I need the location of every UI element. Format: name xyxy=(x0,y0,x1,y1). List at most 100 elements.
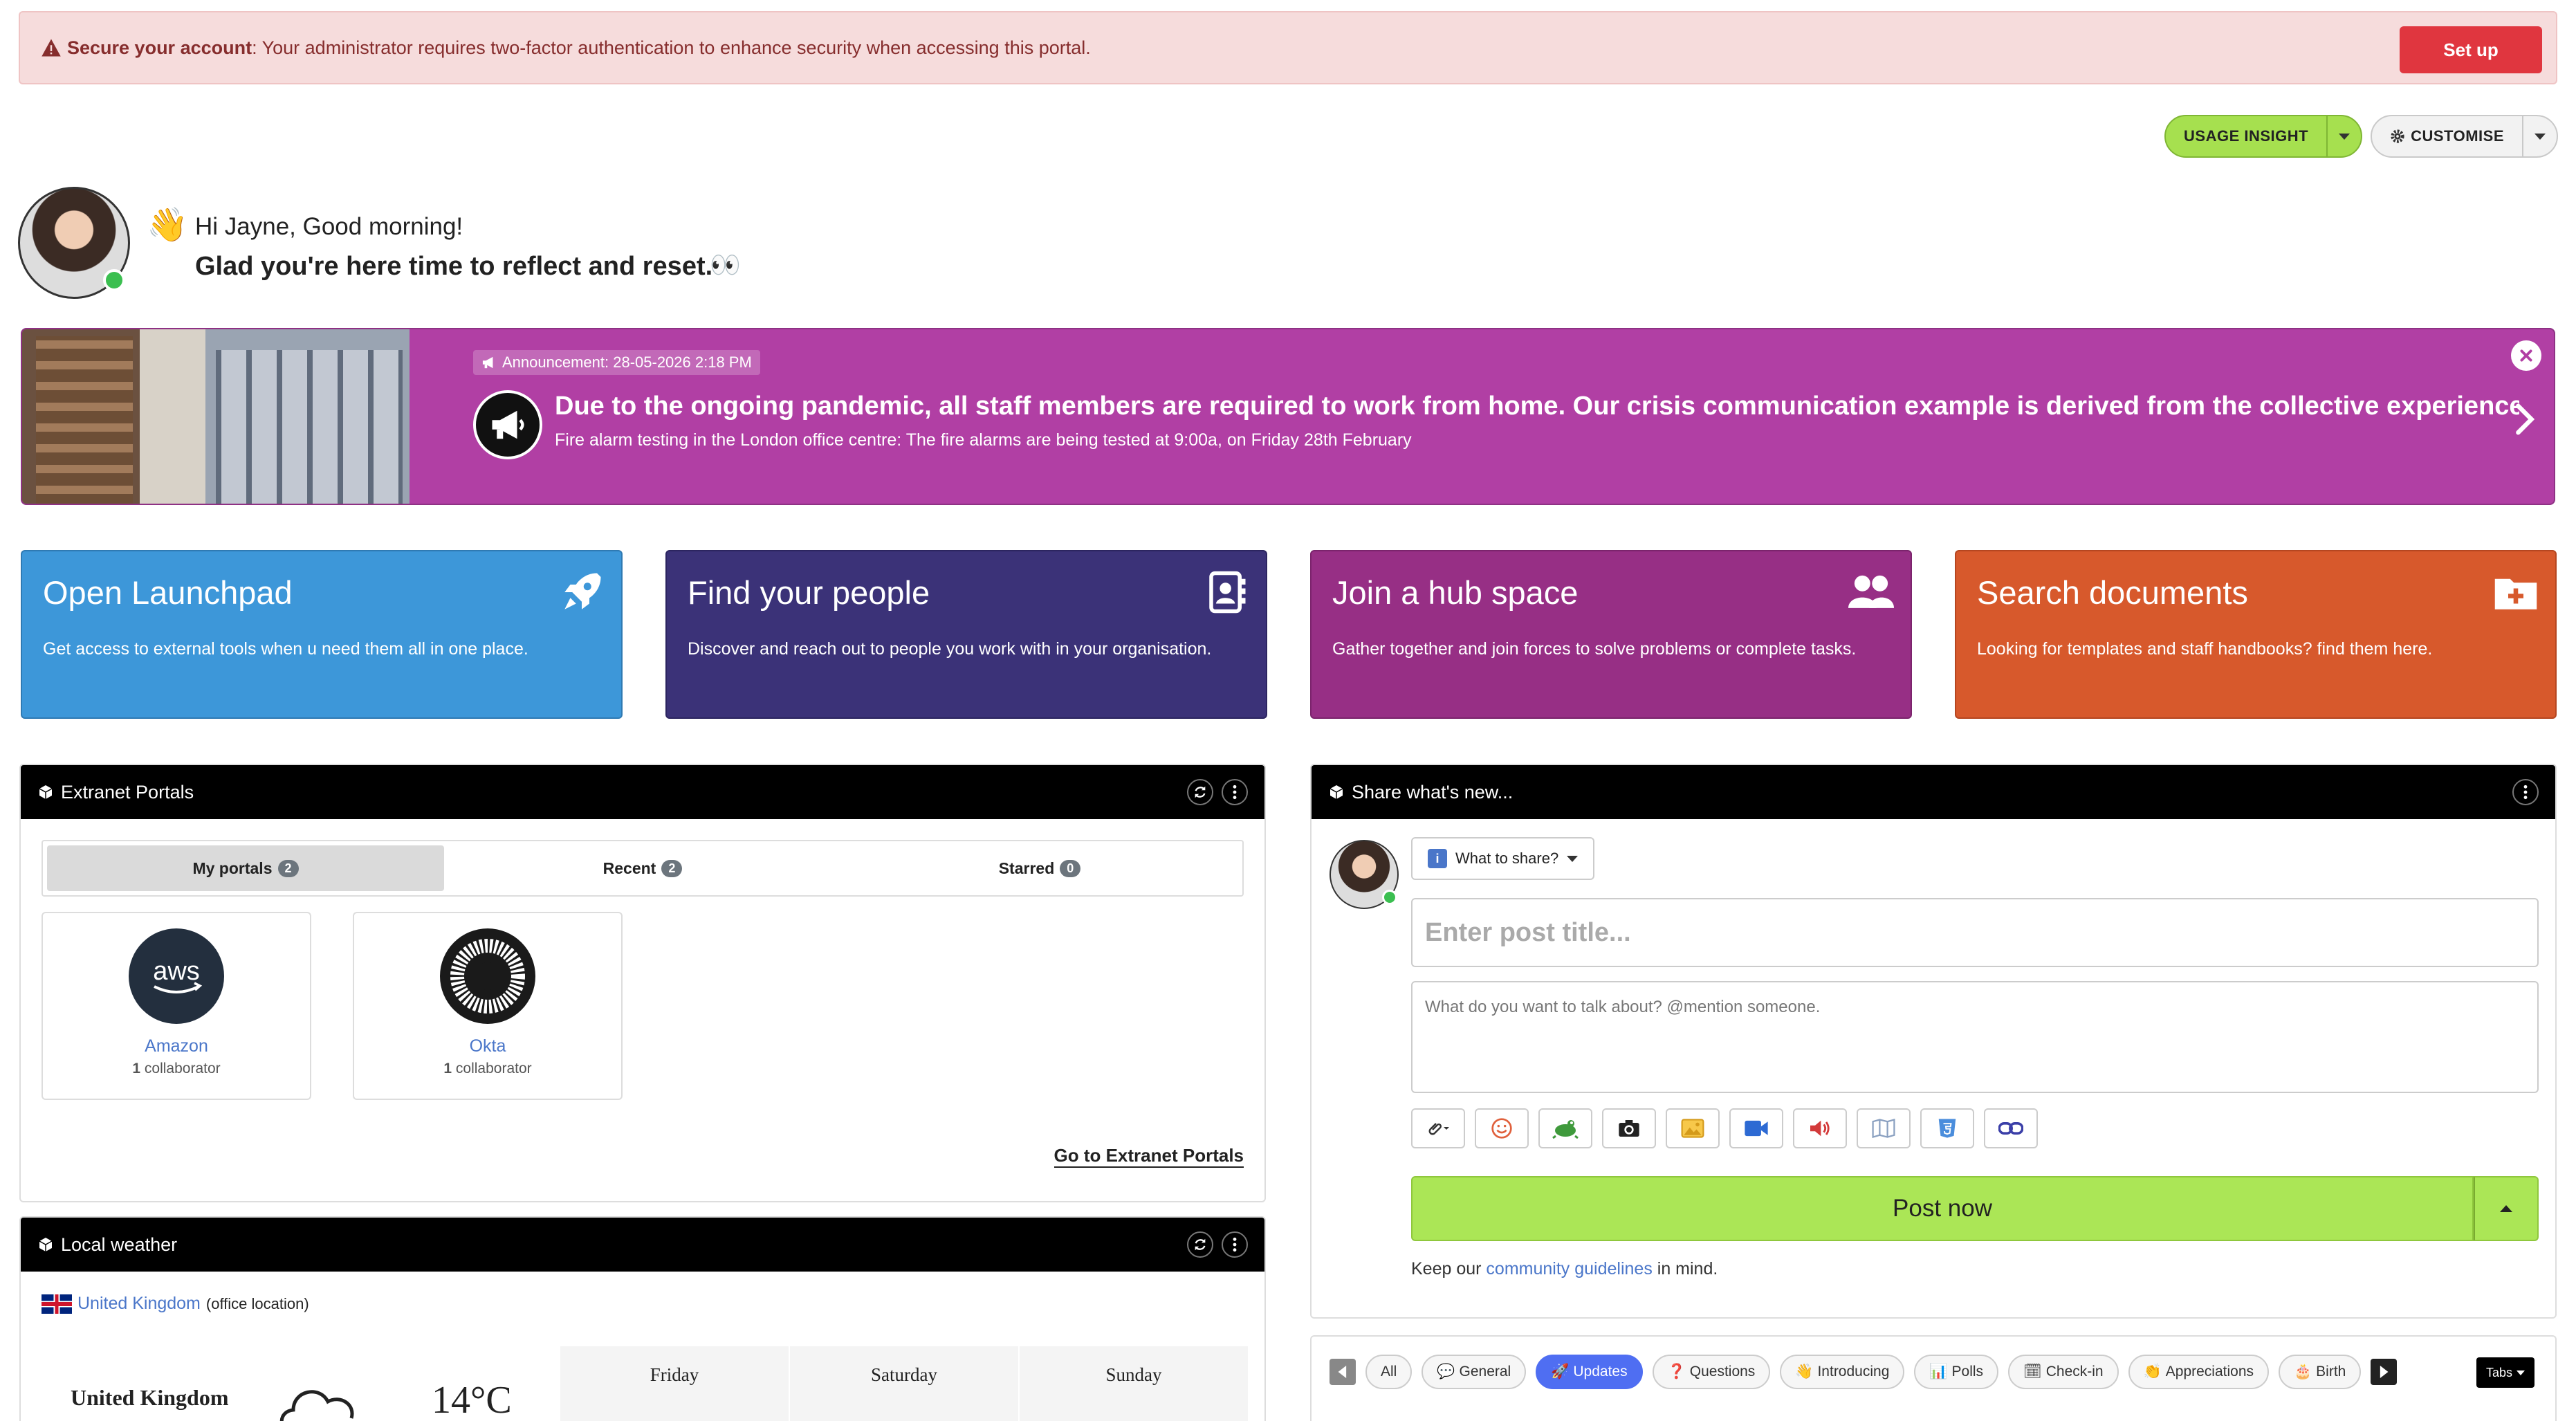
warning-icon xyxy=(42,39,61,57)
tabs-label: Tabs xyxy=(2485,1365,2512,1379)
collaborator-count: 1 xyxy=(443,1061,452,1076)
what-to-share-dropdown[interactable]: i What to share? xyxy=(1411,837,1595,880)
customise-dropdown[interactable] xyxy=(2522,116,2557,156)
portal-card-okta[interactable]: Okta 1 collaborator xyxy=(353,912,623,1100)
customise-button[interactable]: CUSTOMISE xyxy=(2372,116,2522,156)
rocket-icon xyxy=(564,573,601,609)
weather-temperature: 14°C xyxy=(432,1379,512,1421)
attach-button[interactable] xyxy=(1411,1108,1465,1148)
forecast-day-label: Saturday xyxy=(871,1364,937,1385)
post-body-input[interactable] xyxy=(1411,981,2539,1093)
tab-recent[interactable]: Recent 2 xyxy=(444,845,841,891)
close-icon[interactable] xyxy=(2511,340,2541,371)
portal-name[interactable]: Amazon xyxy=(43,1036,310,1056)
setup-button[interactable]: Set up xyxy=(2400,26,2542,73)
emoji-button[interactable] xyxy=(1475,1108,1529,1148)
tile-join-hub-space[interactable]: Join a hub space Gather together and joi… xyxy=(1310,550,1912,719)
tabs-dropdown[interactable]: Tabs xyxy=(2476,1357,2534,1388)
audio-button[interactable] xyxy=(1793,1108,1847,1148)
tile-description: Gather together and join forces to solve… xyxy=(1332,639,1857,659)
tile-open-launchpad[interactable]: Open Launchpad Get access to external to… xyxy=(21,550,623,719)
video-button[interactable] xyxy=(1729,1108,1783,1148)
count-badge: 2 xyxy=(661,859,683,877)
folder-plus-icon xyxy=(2494,578,2537,609)
map-icon xyxy=(1872,1119,1895,1138)
calendar-icon: 🗓 xyxy=(2023,1364,2042,1379)
cube-icon xyxy=(39,785,53,799)
info-icon: i xyxy=(1428,849,1447,868)
tile-description: Looking for templates and staff handbook… xyxy=(1977,639,2433,659)
filter-chip-introducing[interactable]: 👋 Introducing xyxy=(1780,1355,1905,1389)
panel-header: Local weather xyxy=(21,1218,1264,1272)
portal-collaborators: 1 collaborator xyxy=(43,1061,310,1077)
local-weather-panel: Local weather United Kingdom (office loc… xyxy=(19,1216,1266,1421)
filter-chip-general[interactable]: 💬 General xyxy=(1422,1355,1527,1389)
eyes-emoji: 👀 xyxy=(710,250,741,279)
announcement-banner[interactable]: Announcement: 28-05-2026 2:18 PM Due to … xyxy=(21,328,2555,505)
chip-label: Check-in xyxy=(2045,1364,2104,1379)
html-button[interactable] xyxy=(1920,1108,1974,1148)
post-now-button[interactable]: Post now xyxy=(1411,1176,2474,1241)
community-guideline-note: Keep our community guidelines in mind. xyxy=(1411,1259,1718,1279)
post-options-dropdown[interactable] xyxy=(2474,1176,2539,1241)
portal-collaborators: 1 collaborator xyxy=(354,1061,621,1077)
portal-name[interactable]: Okta xyxy=(354,1036,621,1056)
tab-label: My portals xyxy=(192,859,273,877)
poll-icon: 📊 xyxy=(1929,1364,1948,1379)
tile-find-your-people[interactable]: Find your people Discover and reach out … xyxy=(665,550,1267,719)
chevron-right-icon[interactable] xyxy=(2511,398,2539,440)
announcement-headline: Due to the ongoing pandemic, all staff m… xyxy=(555,392,2519,421)
more-vertical-icon[interactable] xyxy=(1222,1231,1248,1258)
filter-chip-appreciations[interactable]: 👏 Appreciations xyxy=(2128,1355,2270,1389)
panel-title: Share what's new... xyxy=(1352,781,1514,803)
camera-button[interactable] xyxy=(1602,1108,1656,1148)
camera-icon xyxy=(1619,1120,1639,1137)
refresh-icon[interactable] xyxy=(1187,779,1213,805)
usage-insight-button[interactable]: USAGE INSIGHT xyxy=(2166,116,2326,156)
gif-button[interactable] xyxy=(1538,1108,1592,1148)
filter-chip-birthdays[interactable]: 🎂 Birth xyxy=(2279,1355,2362,1389)
chevron-down-icon xyxy=(1567,855,1579,862)
tab-starred[interactable]: Starred 0 xyxy=(841,845,1238,891)
usage-insight-dropdown[interactable] xyxy=(2326,116,2361,156)
rocket-icon: 🚀 xyxy=(1551,1364,1570,1379)
filter-chip-all[interactable]: All xyxy=(1365,1355,1413,1389)
speaker-icon xyxy=(1810,1120,1830,1137)
filter-chip-questions[interactable]: ❓ Questions xyxy=(1652,1355,1771,1389)
more-vertical-icon[interactable] xyxy=(1222,779,1248,805)
location-link[interactable]: United Kingdom xyxy=(77,1294,201,1314)
image-button[interactable] xyxy=(1666,1108,1720,1148)
users-icon xyxy=(1848,575,1894,608)
tile-search-documents[interactable]: Search documents Looking for templates a… xyxy=(1955,550,2557,719)
scroll-left-button[interactable] xyxy=(1330,1359,1356,1385)
panel-tools xyxy=(1187,1231,1248,1258)
clap-icon: 👏 xyxy=(2143,1364,2162,1379)
guideline-suffix: in mind. xyxy=(1652,1259,1718,1278)
filter-chip-check-in[interactable]: 🗓 Check-in xyxy=(2008,1355,2119,1389)
refresh-icon[interactable] xyxy=(1187,1231,1213,1258)
megaphone-icon xyxy=(473,390,542,459)
customise-label: CUSTOMISE xyxy=(2411,127,2504,145)
tab-my-portals[interactable]: My portals 2 xyxy=(47,845,444,891)
post-title-input[interactable] xyxy=(1411,898,2539,967)
tile-title: Search documents xyxy=(1977,574,2248,611)
link-button[interactable] xyxy=(1984,1108,2038,1148)
user-avatar[interactable] xyxy=(18,187,130,299)
filter-chip-updates[interactable]: 🚀 Updates xyxy=(1536,1355,1643,1389)
announcement-subtext: Fire alarm testing in the London office … xyxy=(555,430,1412,450)
more-vertical-icon[interactable] xyxy=(2512,779,2539,805)
chevron-down-icon xyxy=(2517,1370,2525,1375)
map-button[interactable] xyxy=(1857,1108,1911,1148)
scroll-right-button[interactable] xyxy=(2371,1359,2398,1385)
portal-card-amazon[interactable]: aws Amazon 1 collaborator xyxy=(42,912,311,1100)
panel-tools xyxy=(2512,779,2539,805)
panel-header: Extranet Portals xyxy=(21,765,1264,819)
community-guidelines-link[interactable]: community guidelines xyxy=(1486,1259,1652,1278)
question-icon: ❓ xyxy=(1667,1364,1686,1379)
chevron-down-icon xyxy=(2339,133,2350,140)
filter-chip-polls[interactable]: 📊 Polls xyxy=(1914,1355,1999,1389)
chat-icon: 💬 xyxy=(1437,1364,1455,1379)
go-to-extranet-link[interactable]: Go to Extranet Portals xyxy=(1054,1145,1244,1168)
paperclip-icon xyxy=(1428,1123,1449,1135)
panel-tools xyxy=(1187,779,1248,805)
